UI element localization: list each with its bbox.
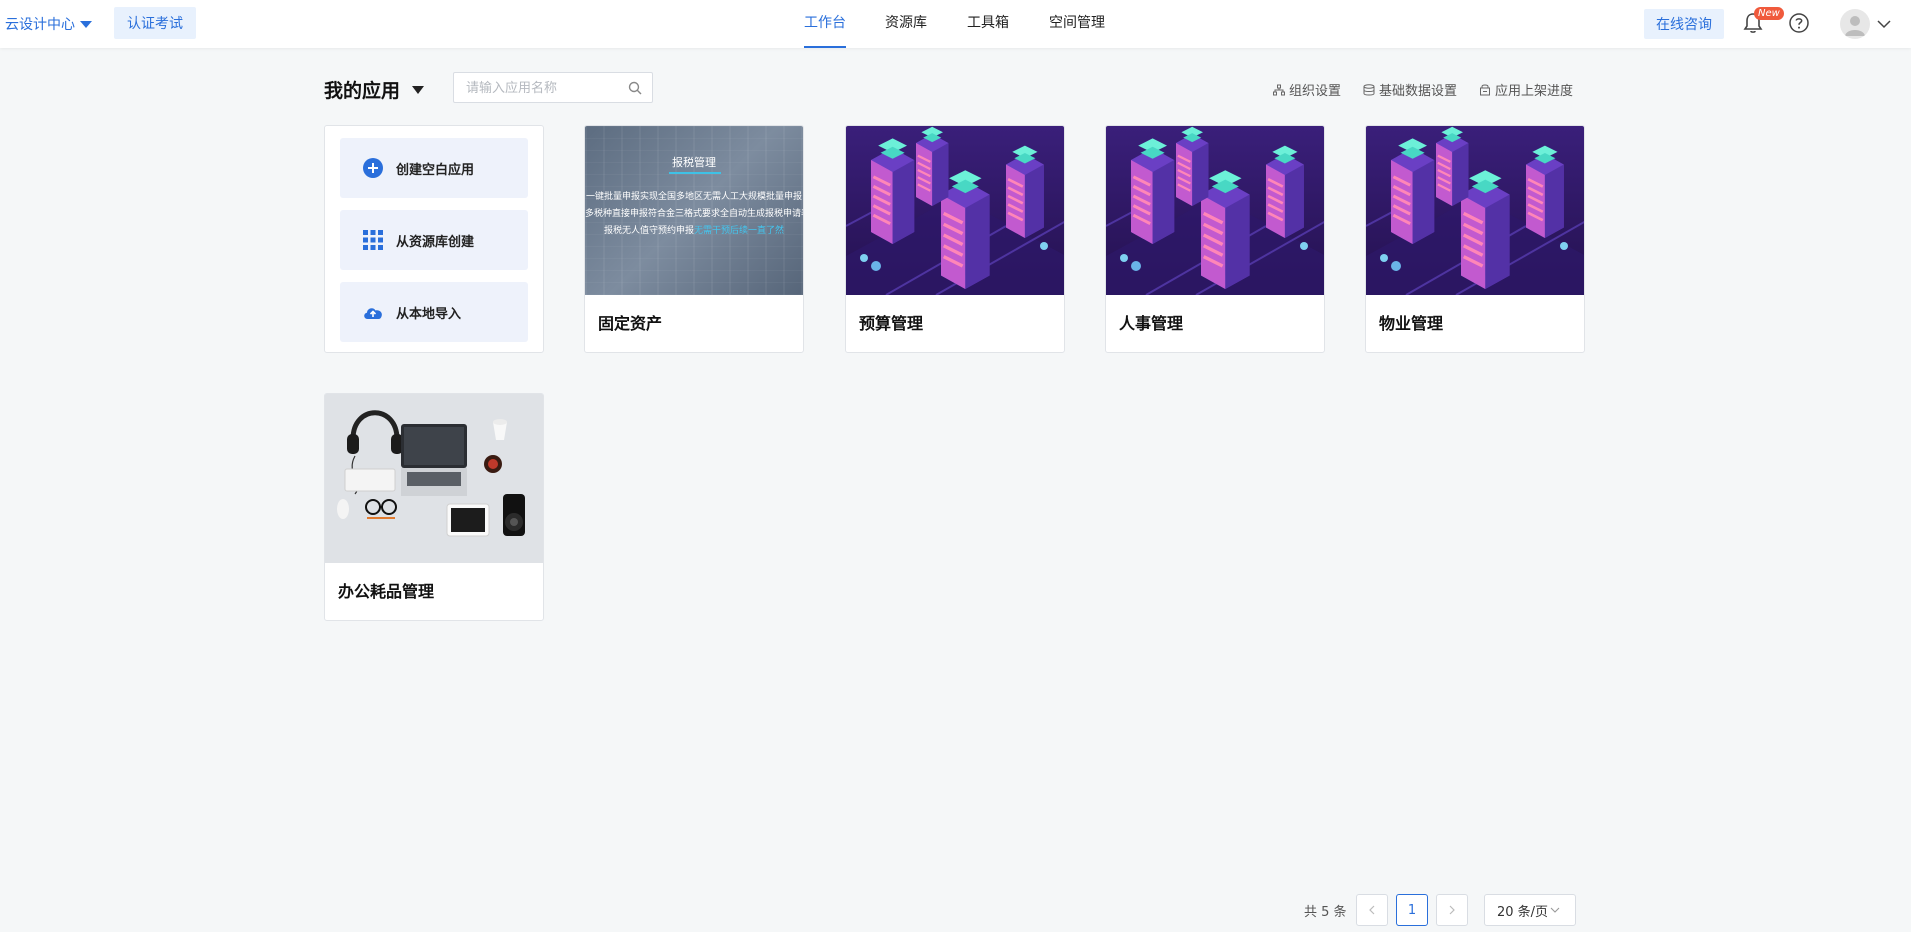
- app-card-fixed-assets[interactable]: 报税管理 一键批量申报实现全国多地区无需人工大规模批量申报 多税种直接申报符合金…: [584, 125, 804, 353]
- isometric-buildings-image: [846, 126, 1064, 295]
- thumb-text: 报税无人值守预约申报无需干预后续一直了然: [585, 223, 803, 236]
- create-blank-app-button[interactable]: 创建空白应用: [340, 138, 528, 198]
- app-card-office-supplies[interactable]: 办公耗品管理: [324, 393, 544, 621]
- app-listing-progress-label: 应用上架进度: [1494, 84, 1573, 99]
- search-icon[interactable]: [628, 81, 642, 95]
- app-name: 办公耗品管理: [338, 582, 435, 601]
- app-card-property[interactable]: 物业管理: [1365, 125, 1585, 353]
- nav-workbench[interactable]: 工作台: [804, 0, 846, 48]
- thumb-text-prefix: 报税无人值守预约申报: [603, 226, 694, 236]
- brand-label: 云设计中心: [5, 17, 75, 33]
- thumb-text: 一键批量申报实现全国多地区无需人工大规模批量申报: [585, 192, 802, 202]
- brand-menu[interactable]: 云设计中心: [5, 14, 92, 34]
- nav-space-management[interactable]: 空间管理: [1049, 0, 1105, 48]
- app-card-budget[interactable]: 预算管理: [845, 125, 1065, 353]
- base-data-settings-label: 基础数据设置: [1378, 84, 1457, 99]
- org-settings-label: 组织设置: [1288, 84, 1341, 99]
- create-blank-app-label: 创建空白应用: [396, 162, 475, 178]
- chevron-left-icon: [1369, 905, 1375, 915]
- isometric-buildings-image: [1106, 126, 1324, 295]
- help-icon[interactable]: [1788, 12, 1810, 34]
- app-card-hr[interactable]: 人事管理: [1105, 125, 1325, 353]
- page-number-button[interactable]: 1: [1396, 894, 1428, 926]
- grid-icon: [362, 229, 384, 251]
- create-from-library-label: 从资源库创建: [396, 234, 475, 250]
- top-bar: 云设计中心 认证考试 工作台 资源库 工具箱 空间管理 在线咨询 New: [0, 0, 1911, 48]
- new-badge: New: [1754, 7, 1784, 20]
- page-size-select[interactable]: 20 条/页: [1484, 894, 1576, 926]
- header-links: 组织设置 基础数据设置 应用上架进度: [1272, 80, 1573, 99]
- app-name: 预算管理: [859, 314, 924, 333]
- app-search: [453, 72, 653, 103]
- nav-toolbox[interactable]: 工具箱: [967, 0, 1009, 48]
- thumb-text-highlight: 无需干预后续一直了然: [694, 226, 785, 236]
- caret-down-icon: [80, 20, 92, 28]
- chevron-right-icon: [1449, 905, 1455, 915]
- online-consult-button[interactable]: 在线咨询: [1644, 9, 1724, 39]
- app-thumbnail: [1366, 126, 1584, 295]
- thumb-title: 报税管理: [672, 156, 716, 169]
- next-page-button[interactable]: [1436, 894, 1468, 926]
- app-name: 固定资产: [598, 314, 663, 333]
- org-icon: [1272, 84, 1285, 95]
- import-local-button[interactable]: 从本地导入: [340, 282, 528, 342]
- app-thumbnail: [325, 394, 543, 563]
- nav-resource-library[interactable]: 资源库: [885, 0, 927, 48]
- database-icon: [1363, 83, 1375, 95]
- shelf-icon: [1479, 84, 1490, 95]
- cloud-upload-icon: [362, 301, 384, 323]
- org-settings-link[interactable]: 组织设置: [1272, 80, 1341, 99]
- search-input[interactable]: [454, 73, 614, 102]
- import-local-label: 从本地导入: [396, 306, 462, 322]
- chevron-down-icon[interactable]: [1876, 16, 1892, 32]
- cert-exam-button[interactable]: 认证考试: [114, 7, 196, 39]
- prev-page-button[interactable]: [1356, 894, 1388, 926]
- office-desk-image: [325, 394, 543, 563]
- page-size-label: 20 条/页: [1497, 904, 1549, 920]
- thumb-text: 多税种直接申报符合金三格式要求全自动生成报税申请表: [585, 209, 803, 219]
- isometric-buildings-image: [1366, 126, 1584, 295]
- create-app-panel: 创建空白应用 从资源库创建 从本地导入: [324, 125, 544, 353]
- app-name: 物业管理: [1379, 314, 1444, 333]
- app-thumbnail: 报税管理 一键批量申报实现全国多地区无需人工大规模批量申报 多税种直接申报符合金…: [585, 126, 803, 295]
- app-listing-progress-link[interactable]: 应用上架进度: [1479, 80, 1573, 99]
- app-thumbnail: [846, 126, 1064, 295]
- avatar[interactable]: [1840, 9, 1870, 39]
- pagination-total: 共 5 条: [1304, 905, 1347, 920]
- create-from-library-button[interactable]: 从资源库创建: [340, 210, 528, 270]
- app-name: 人事管理: [1119, 314, 1184, 333]
- chevron-down-icon: [1550, 907, 1560, 913]
- caret-down-icon: [412, 85, 425, 94]
- app-thumbnail: [1106, 126, 1324, 295]
- my-apps-title[interactable]: 我的应用: [324, 76, 425, 103]
- base-data-settings-link[interactable]: 基础数据设置: [1363, 80, 1457, 99]
- user-icon: [1845, 16, 1865, 36]
- page-title-label: 我的应用: [324, 80, 401, 102]
- plus-circle-icon: [362, 157, 384, 179]
